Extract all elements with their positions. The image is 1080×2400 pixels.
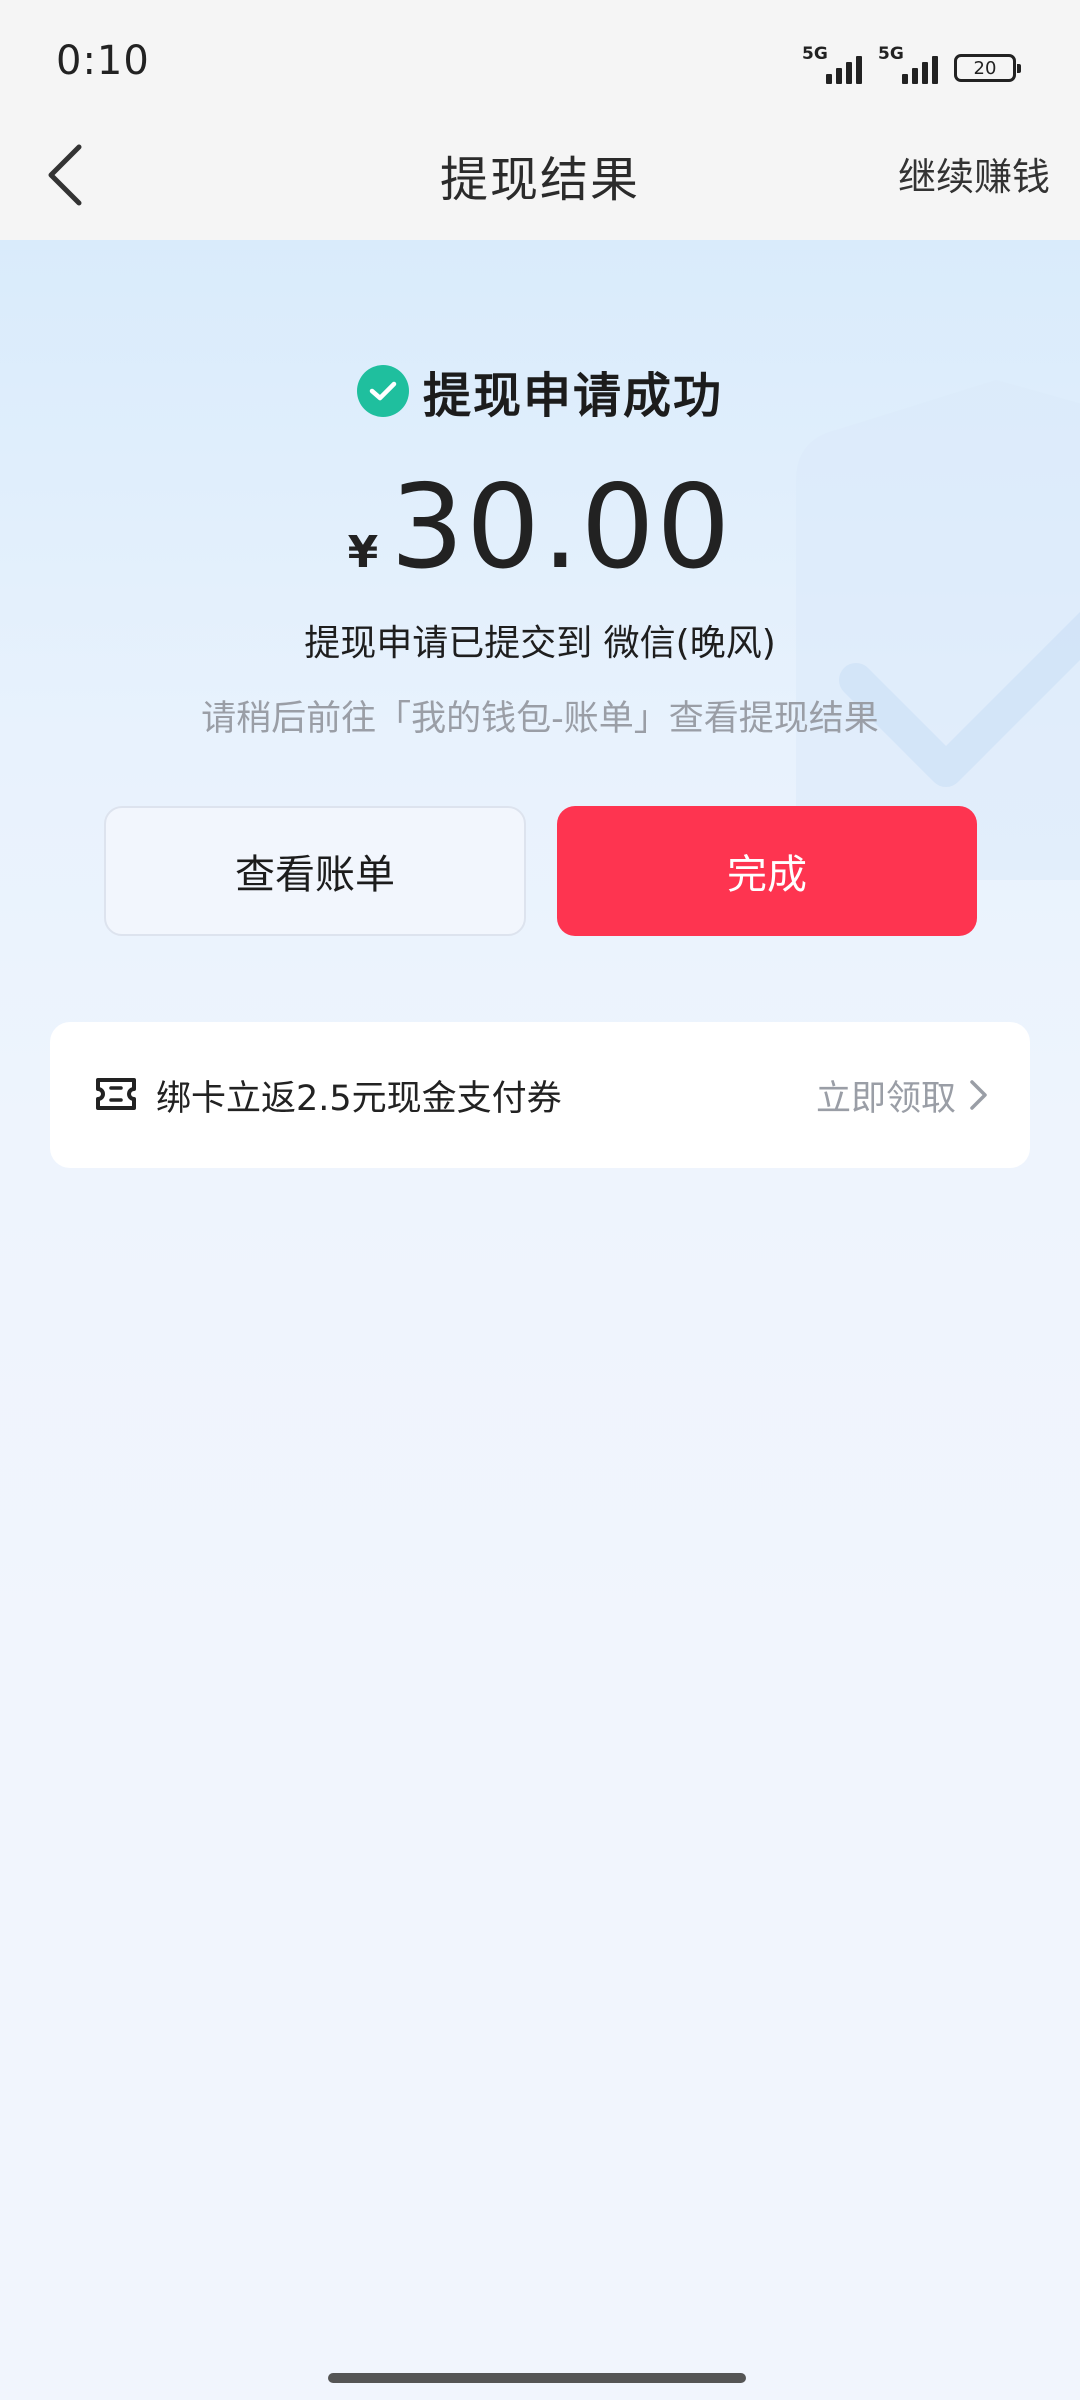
network-type-label: 5G — [802, 44, 828, 64]
ticket-icon — [96, 1078, 136, 1110]
battery-level: 20 — [973, 57, 997, 79]
amount-display: ¥ 30.00 — [0, 460, 1080, 595]
coupon-card[interactable]: 绑卡立返2.5元现金支付券 立即领取 — [50, 1022, 1030, 1168]
continue-earning-link[interactable]: 继续赚钱 — [898, 146, 1050, 201]
status-time: 0:10 — [56, 38, 150, 84]
nav-bar: 提现结果 继续赚钱 — [0, 110, 1080, 240]
signal-icon: 5G — [878, 44, 942, 84]
chevron-right-icon — [970, 1080, 987, 1110]
done-button[interactable]: 完成 — [557, 806, 977, 936]
battery-icon: 20 — [954, 54, 1021, 82]
hint-note: 请稍后前往「我的钱包-账单」查看提现结果 — [201, 699, 879, 739]
submit-note: 提现申请已提交到 微信(晚风) — [304, 623, 776, 664]
result-title: 提现申请成功 — [422, 368, 723, 424]
home-indicator[interactable] — [328, 2373, 746, 2383]
signal-icon: 5G — [802, 44, 866, 84]
currency-symbol: ¥ — [347, 527, 379, 578]
claim-now-link[interactable]: 立即领取 — [816, 1070, 956, 1121]
status-bar: 0:10 5G 5G 20 — [0, 0, 1080, 128]
result-content: 提现申请成功 ¥ 30.00 提现申请已提交到 微信(晚风) 请稍后前往「我的钱… — [0, 240, 1080, 2354]
coupon-text: 绑卡立返2.5元现金支付券 — [156, 1079, 562, 1119]
network-type-label: 5G — [878, 44, 904, 64]
success-check-icon — [356, 365, 409, 417]
view-bill-button[interactable]: 查看账单 — [104, 806, 526, 936]
result-header: 提现申请成功 — [0, 356, 1080, 426]
withdraw-amount: 30.00 — [390, 460, 733, 595]
status-icons: 5G 5G 20 — [802, 44, 1021, 84]
